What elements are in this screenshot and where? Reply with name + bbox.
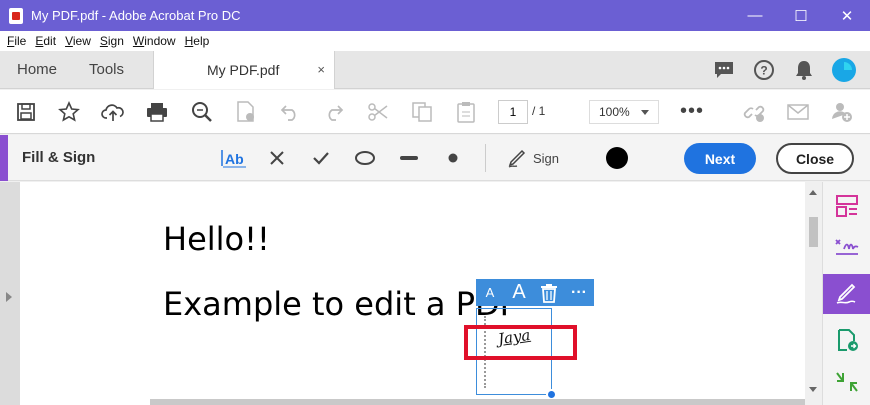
menu-view[interactable]: View (65, 34, 91, 48)
save-icon[interactable] (14, 100, 38, 124)
menu-help[interactable]: Help (185, 34, 210, 48)
horizontal-scrollbar[interactable] (150, 399, 805, 405)
left-panel-toggle-icon[interactable] (6, 292, 12, 302)
close-button[interactable]: Close (776, 143, 854, 174)
scroll-thumb[interactable] (809, 217, 818, 247)
close-window-button[interactable]: ✕ (824, 0, 870, 31)
sign-pen-icon (508, 149, 526, 168)
zoom-select[interactable]: 100% (589, 100, 659, 124)
window-title: My PDF.pdf - Adobe Acrobat Pro DC (31, 8, 241, 23)
tab-tools[interactable]: Tools (89, 61, 124, 78)
svg-text:Ab: Ab (225, 151, 244, 167)
comment-chat-icon[interactable] (712, 58, 736, 82)
copy-icon (410, 100, 434, 124)
menu-window[interactable]: Window (133, 34, 176, 48)
account-icons: ? (712, 58, 856, 82)
color-picker[interactable] (606, 147, 628, 169)
export-pdf-icon[interactable] (823, 320, 870, 360)
line-icon[interactable] (397, 146, 421, 170)
right-tools-rail (822, 182, 870, 405)
menu-sign[interactable]: Sign (100, 34, 124, 48)
maximize-button[interactable]: ☐ (778, 0, 824, 31)
signature-mini-toolbar: A A ··· (476, 279, 594, 306)
upload-cloud-icon[interactable] (101, 100, 125, 124)
more-tools-icon[interactable]: ••• (680, 100, 704, 123)
chevron-down-icon (641, 110, 649, 115)
scroll-up-icon[interactable] (809, 190, 817, 195)
tab-home[interactable]: Home (17, 61, 57, 78)
close-tab-icon[interactable]: × (317, 62, 325, 77)
increase-size-button[interactable]: A (504, 279, 534, 306)
email-envelope-icon (786, 100, 810, 124)
document-text-line: Example to edit a PDF (163, 285, 519, 323)
title-bar: My PDF.pdf - Adobe Acrobat Pro DC — ☐ ✕ (0, 0, 870, 31)
svg-text:?: ? (760, 64, 767, 78)
fill-sign-title: Fill & Sign (22, 149, 96, 166)
compress-pdf-icon[interactable] (823, 362, 870, 402)
document-settings-icon (234, 100, 258, 124)
notifications-bell-icon[interactable] (792, 58, 816, 82)
bookmark-star-icon[interactable] (57, 100, 81, 124)
highlight-annotation (464, 325, 577, 360)
add-text-icon[interactable]: Ab (220, 146, 248, 170)
checkmark-icon[interactable] (310, 146, 332, 170)
organize-pages-icon[interactable] (823, 186, 870, 226)
more-options-icon[interactable]: ··· (564, 279, 594, 306)
tab-bar: Home Tools My PDF.pdf × ? (0, 51, 870, 89)
decrease-size-button[interactable]: A (476, 279, 504, 306)
tab-document[interactable]: My PDF.pdf × (153, 51, 335, 89)
cut-scissors-icon (366, 100, 390, 124)
fill-sign-form-icon[interactable] (823, 226, 870, 266)
zoom-search-icon[interactable] (190, 100, 214, 124)
cross-mark-icon[interactable] (266, 146, 288, 170)
sign-button[interactable]: Sign (507, 146, 559, 170)
toolbar-divider (485, 144, 486, 172)
acrobat-app-icon (9, 7, 23, 24)
add-user-icon (830, 100, 854, 124)
undo-icon (278, 100, 302, 124)
user-avatar[interactable] (832, 58, 856, 82)
menu-file[interactable]: File (7, 34, 26, 48)
vertical-scrollbar[interactable] (805, 182, 822, 405)
document-text-line: Hello!! (163, 220, 270, 258)
ellipse-icon[interactable] (352, 146, 378, 170)
zoom-value: 100% (599, 105, 630, 119)
fill-sign-accent (0, 135, 8, 181)
fill-sign-toolbar: Fill & Sign Ab Sign Next Close (0, 135, 870, 181)
document-tab-label: My PDF.pdf (207, 62, 280, 78)
help-icon[interactable]: ? (752, 58, 776, 82)
page-number-input[interactable]: 1 (498, 100, 528, 124)
document-workarea: Hello!! Example to edit a PDF (0, 182, 822, 405)
pdf-page[interactable]: Hello!! Example to edit a PDF (20, 182, 805, 405)
main-toolbar: 1 / 1 100% ••• (0, 90, 870, 134)
next-button[interactable]: Next (684, 143, 756, 174)
delete-trash-icon[interactable] (534, 279, 564, 306)
page-total: / 1 (532, 104, 546, 118)
fill-sign-active-icon[interactable] (823, 274, 870, 314)
window-controls: — ☐ ✕ (732, 0, 870, 31)
dot-icon[interactable] (444, 146, 462, 170)
paste-clipboard-icon (454, 100, 478, 124)
menu-edit[interactable]: Edit (35, 34, 56, 48)
minimize-button[interactable]: — (732, 0, 778, 31)
sign-label: Sign (533, 150, 560, 166)
link-icon (742, 100, 766, 124)
menu-bar: File Edit View Sign Window Help (0, 31, 870, 51)
print-icon[interactable] (145, 100, 169, 124)
redo-icon (322, 100, 346, 124)
scroll-down-icon[interactable] (809, 387, 817, 392)
